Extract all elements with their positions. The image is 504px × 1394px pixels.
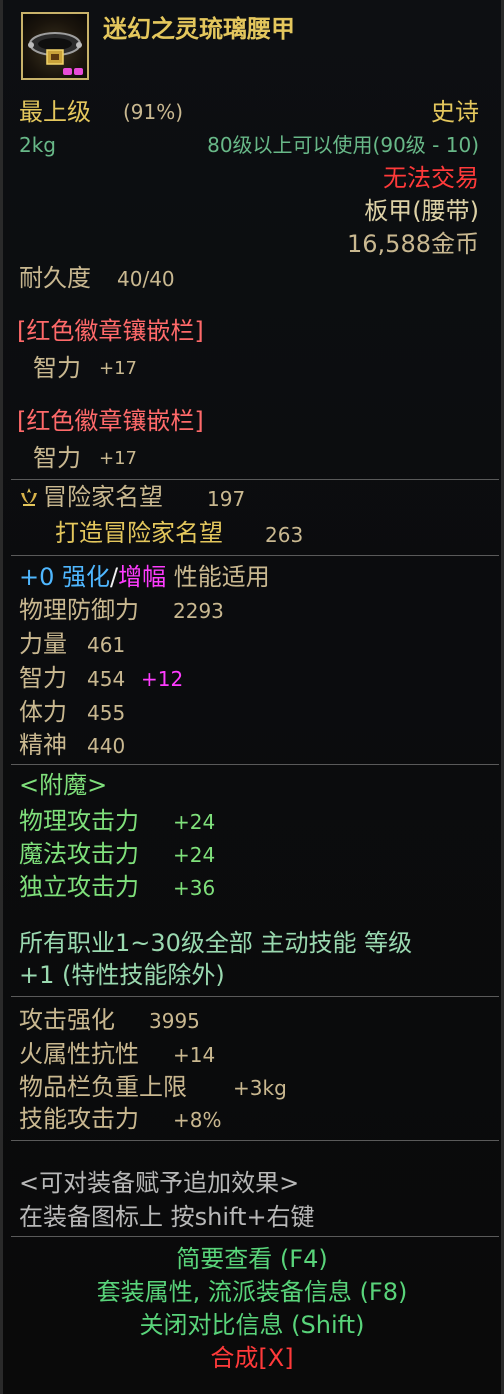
enhance-level: +0 <box>19 563 55 591</box>
stat-physical-defense-value: 2293 <box>173 599 224 623</box>
stat-vitality-value: 455 <box>87 701 126 725</box>
enchant-magic-attack-value: +24 <box>173 843 216 867</box>
durability-label: 耐久度 <box>19 264 91 292</box>
socket-1-stat: 智力 <box>33 354 81 382</box>
item-grade: 最上级 <box>19 98 91 126</box>
stat-strength-label: 力量 <box>19 630 67 658</box>
stat-spirit-value: 440 <box>87 734 126 758</box>
enhance-word: 强化 <box>62 563 111 591</box>
belt-armor-icon-art <box>28 32 83 75</box>
enchant-physical-attack-label: 物理攻击力 <box>19 807 139 835</box>
enchant-independent-attack-label: 独立攻击力 <box>19 873 139 901</box>
stat-spirit-label: 精神 <box>19 731 67 759</box>
item-price: 16,588金币 <box>347 230 479 258</box>
item-rarity: 史诗 <box>431 98 479 126</box>
option-skill-attack-label: 技能攻击力 <box>19 1105 139 1133</box>
option-weight-limit-value: +3kg <box>233 1076 287 1100</box>
set-info-button[interactable]: 套装属性, 流派装备信息 (F8) <box>3 1277 501 1307</box>
option-attack-enhance-label: 攻击强化 <box>19 1006 115 1034</box>
laurel-icon <box>17 485 41 509</box>
stat-intelligence-label: 智力 <box>19 664 67 692</box>
enchant-independent-attack-value: +36 <box>173 876 216 900</box>
reputation-label: 冒险家名望 <box>43 483 163 511</box>
divider <box>11 555 499 556</box>
divider <box>11 764 499 765</box>
synthesize-button[interactable]: 合成[X] <box>3 1343 501 1373</box>
enchant-title: <附魔> <box>19 771 108 799</box>
divider <box>11 479 499 480</box>
bonus-effect-title: <可对装备赋予追加效果> <box>19 1169 300 1197</box>
item-weight: 2kg <box>19 133 57 157</box>
stat-vitality-label: 体力 <box>19 698 67 726</box>
amplify-word: 增幅 <box>118 563 167 591</box>
durability-value: 40/40 <box>117 267 175 291</box>
item-type: 板甲(腰带) <box>364 197 479 225</box>
divider <box>11 1236 499 1237</box>
stat-strength-value: 461 <box>87 633 126 657</box>
option-fire-resist-value: +14 <box>173 1043 216 1067</box>
stat-physical-defense-label: 物理防御力 <box>19 596 139 624</box>
enhance-line: +0 强化/增幅 性能适用 <box>19 562 270 592</box>
brief-view-button[interactable]: 简要查看 (F4) <box>3 1244 501 1274</box>
enhance-slash: / <box>110 563 119 591</box>
option-weight-limit-label: 物品栏负重上限 <box>19 1073 187 1101</box>
enchant-physical-attack-value: +24 <box>173 810 216 834</box>
socket-2-value: +17 <box>99 448 137 469</box>
belt-armor-icon[interactable] <box>21 12 89 80</box>
enhance-suffix: 性能适用 <box>173 563 270 591</box>
item-name: 迷幻之灵琉璃腰甲 <box>103 15 295 43</box>
divider <box>11 1140 499 1141</box>
reputation-value: 197 <box>207 487 246 511</box>
close-compare-button[interactable]: 关闭对比信息 (Shift) <box>3 1310 501 1340</box>
skill-bonus-line2: +1 (特性技能除外) <box>19 961 225 989</box>
socket-1-value: +17 <box>99 358 137 379</box>
option-skill-attack-value: +8% <box>173 1108 222 1132</box>
item-trade-status: 无法交易 <box>383 164 479 192</box>
bonus-effect-hint: 在装备图标上 按shift+右键 <box>19 1203 315 1231</box>
socket-2-title: [红色徽章镶嵌栏] <box>17 407 204 435</box>
divider <box>11 996 499 997</box>
socket-2-stat: 智力 <box>33 444 81 472</box>
item-grade-percent: (91%) <box>123 100 184 124</box>
stat-intelligence-bonus: +12 <box>141 667 184 691</box>
option-fire-resist-label: 火属性抗性 <box>19 1040 139 1068</box>
stat-intelligence-value: 454 <box>87 667 126 691</box>
skill-bonus-line1: 所有职业1~30级全部 主动技能 等级 <box>19 929 413 957</box>
forge-reputation-value: 263 <box>265 523 304 547</box>
option-attack-enhance-value: 3995 <box>149 1009 200 1033</box>
enchant-magic-attack-label: 魔法攻击力 <box>19 840 139 868</box>
socket-1-title: [红色徽章镶嵌栏] <box>17 317 204 345</box>
item-level-requirement: 80级以上可以使用(90级 - 10) <box>207 133 479 157</box>
forge-reputation-label: 打造冒险家名望 <box>55 519 223 547</box>
item-tooltip: 迷幻之灵琉璃腰甲 最上级 (91%) 史诗 2kg 80级以上可以使用(90级 … <box>0 0 504 1394</box>
